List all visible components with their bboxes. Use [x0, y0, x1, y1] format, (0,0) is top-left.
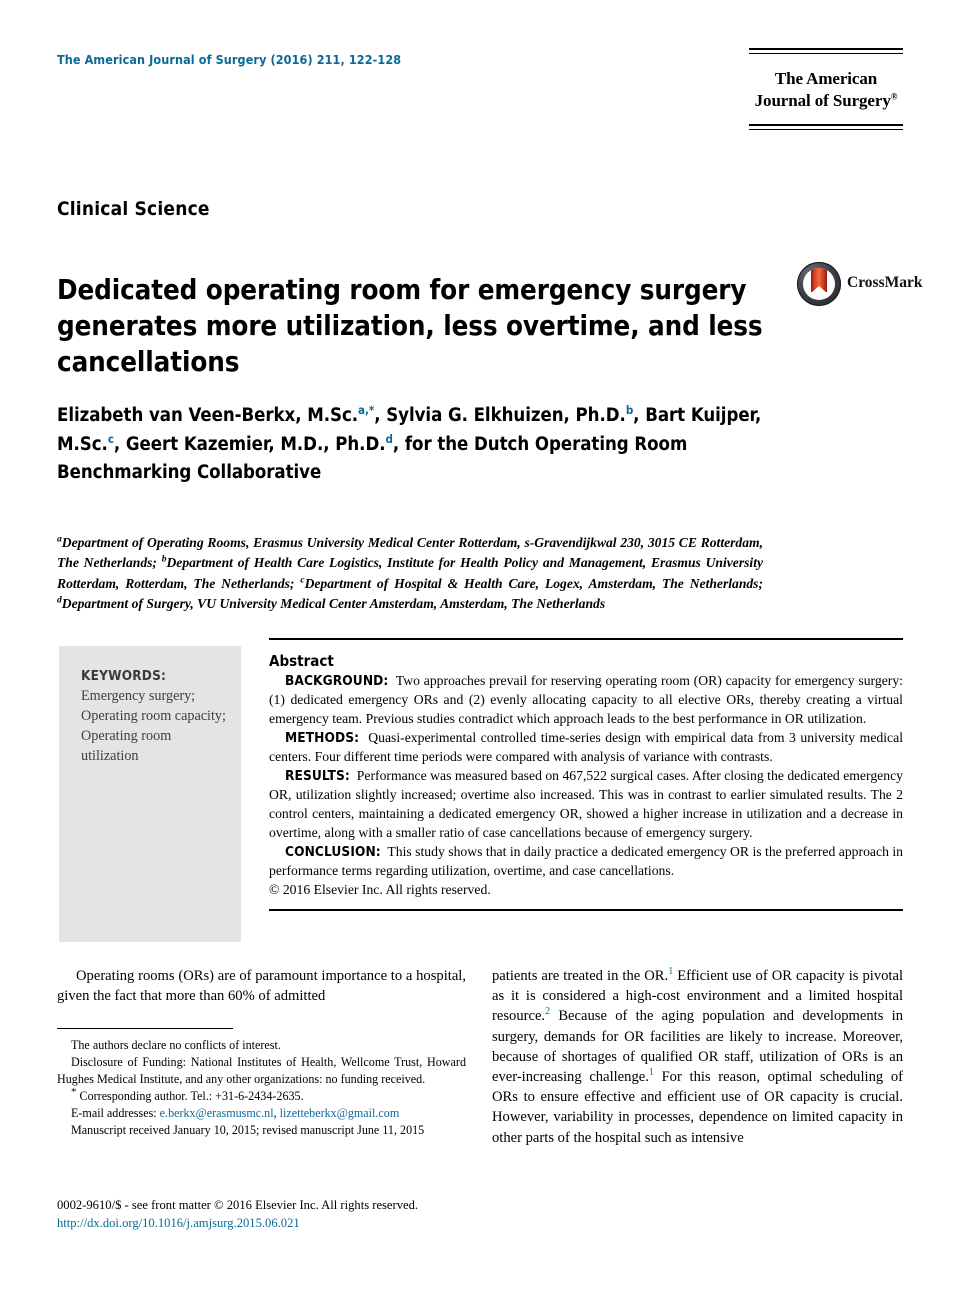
registered-mark: ® [890, 91, 898, 102]
corresponding-author-text: Corresponding author. Tel.: +31-6-2434-2… [76, 1088, 304, 1103]
abstract-methods: METHODS: Quasi-experimental controlled t… [269, 729, 903, 767]
footnote-funding: Disclosure of Funding: National Institut… [57, 1054, 466, 1086]
abstract-conclusion-label: CONCLUSION: [285, 843, 381, 860]
page-footer: 0002-9610/$ - see front matter © 2016 El… [57, 1196, 557, 1233]
body-column-right: patients are treated in the OR.1 Efficie… [492, 966, 903, 1148]
body-paragraph-continued: patients are treated in the OR.1 Efficie… [492, 966, 903, 1148]
masthead: The American Journal of Surgery (2016) 2… [57, 48, 903, 168]
abstract-results: RESULTS: Performance was measured based … [269, 767, 903, 843]
affiliation-marker-d[interactable]: d [386, 432, 393, 446]
body-right-part1: patients are treated in the OR. [492, 968, 669, 984]
author-line2-part2: , Geert Kazemier, M.D., Ph.D. [113, 433, 386, 455]
footnote-conflicts: The authors declare no conflicts of inte… [71, 1038, 281, 1052]
author-line1-part3: , [633, 405, 640, 426]
article-page: The American Journal of Surgery (2016) 2… [0, 0, 960, 1290]
abstract-rule-top [269, 638, 903, 640]
footnote-text: The authors declare no conflicts of inte… [57, 1037, 466, 1139]
footnote-rule [57, 1028, 233, 1029]
footnote-emails: E-mail addresses: e.berkx@erasmusmc.nl, … [57, 1105, 466, 1122]
abstract-results-label: RESULTS: [285, 767, 350, 784]
keywords-list: Emergency surgery; Operating room capaci… [81, 688, 226, 765]
abstract-results-text: Performance was measured based on 467,52… [269, 767, 903, 840]
journal-logo-line2-wrap: Journal of Surgery® [749, 90, 903, 112]
affiliation-marker-a[interactable]: a,* [358, 403, 374, 417]
abstract-body: BACKGROUND: Two approaches prevail for r… [269, 672, 903, 900]
email-addresses-label: E-mail addresses: [71, 1105, 160, 1120]
body-column-left: Operating rooms (ORs) are of paramount i… [57, 966, 466, 1006]
abstract-methods-label: METHODS: [285, 729, 360, 746]
abstract-conclusion: CONCLUSION: This study shows that in dai… [269, 843, 903, 881]
body-paragraph-intro: Operating rooms (ORs) are of paramount i… [57, 968, 466, 1005]
abstract-copyright: © 2016 Elsevier Inc. All rights reserved… [269, 881, 491, 897]
keywords-inner: KEYWORDS: Emergency surgery; Operating r… [59, 646, 231, 767]
keywords-box: KEYWORDS: Emergency surgery; Operating r… [59, 646, 241, 942]
affiliation-text-c: Department of Hospital & Health Care, Lo… [304, 575, 763, 591]
crossmark-bookmark-shape [811, 268, 827, 293]
affiliations-block: aDepartment of Operating Rooms, Erasmus … [57, 533, 763, 615]
logo-rule-top [749, 48, 903, 54]
body-text-right: patients are treated in the OR.1 Efficie… [492, 966, 903, 1148]
footnote-corresponding: * Corresponding author. Tel.: +31-6-2434… [57, 1086, 466, 1105]
abstract-heading: Abstract [269, 652, 334, 670]
body-text-left: Operating rooms (ORs) are of paramount i… [57, 966, 466, 1006]
logo-rule-bottom [749, 123, 903, 130]
author-list: Elizabeth van Veen-Berkx, M.Sc.a,*, Sylv… [57, 402, 773, 488]
journal-logo-text: The American Journal of Surgery® [749, 68, 903, 112]
author-line1-part2: , Sylvia G. Elkhuizen, Ph.D. [374, 405, 626, 426]
abstract-background: BACKGROUND: Two approaches prevail for r… [269, 672, 903, 729]
abstract-methods-text: Quasi-experimental controlled time-serie… [269, 729, 903, 764]
crossmark-badge[interactable]: CrossMark [797, 262, 923, 308]
journal-reference: The American Journal of Surgery (2016) 2… [57, 52, 402, 67]
affiliation-text-d: Department of Surgery, VU University Med… [61, 596, 606, 612]
doi-link[interactable]: http://dx.doi.org/10.1016/j.amjsurg.2015… [57, 1214, 557, 1232]
email-link-primary[interactable]: e.berkx@erasmusmc.nl [160, 1106, 274, 1120]
author-line1-part1: Elizabeth van Veen-Berkx, M.Sc. [57, 405, 359, 426]
footnote-manuscript-dates: Manuscript received January 10, 2015; re… [71, 1122, 425, 1137]
abstract-rule-bottom [269, 908, 903, 911]
abstract-section: Abstract BACKGROUND: Two approaches prev… [269, 638, 903, 911]
section-kicker: Clinical Science [57, 198, 210, 220]
crossmark-label: CrossMark [847, 274, 923, 291]
journal-logo: The American Journal of Surgery® [749, 48, 903, 130]
email-link-secondary[interactable]: lizetteberkx@gmail.com [280, 1106, 400, 1120]
keywords-heading: KEYWORDS: [81, 668, 167, 684]
crossmark-icon-inner [803, 268, 835, 300]
journal-logo-line1: The American [774, 69, 878, 88]
author-line2-part3: , for the Dutch [392, 433, 530, 455]
crossmark-icon [797, 262, 841, 306]
issn-copyright-line: 0002-9610/$ - see front matter © 2016 El… [57, 1198, 419, 1212]
abstract-background-label: BACKGROUND: [285, 673, 389, 689]
footnotes-block: The authors declare no conflicts of inte… [57, 1028, 466, 1139]
article-title: Dedicated operating room for emergency s… [57, 274, 763, 378]
journal-logo-line2: Journal of Surgery [754, 90, 891, 110]
